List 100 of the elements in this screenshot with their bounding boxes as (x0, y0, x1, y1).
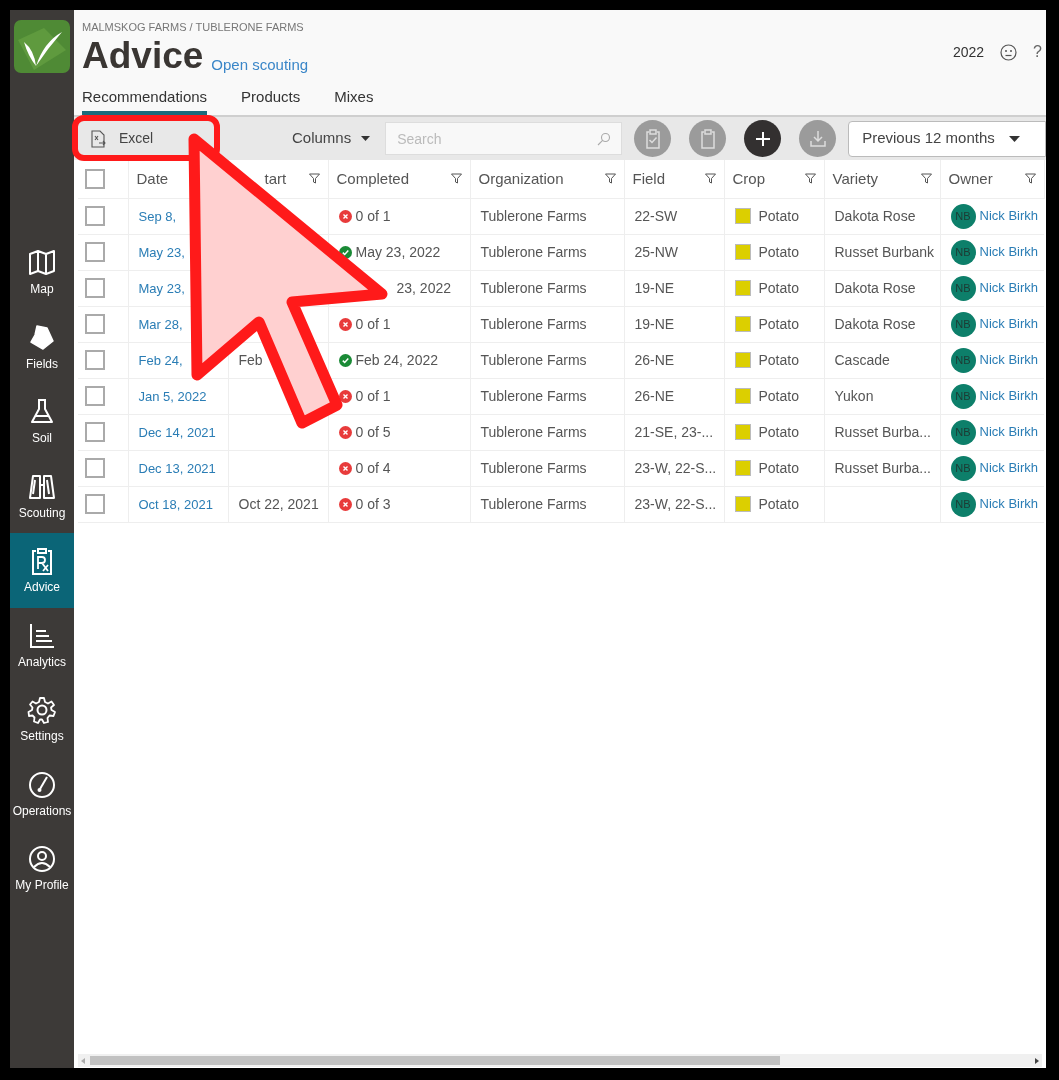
row-checkbox[interactable] (85, 458, 105, 478)
table-cell: Dakota Rose (834, 208, 916, 224)
gauge-icon (27, 769, 57, 800)
horizontal-scrollbar[interactable] (78, 1054, 1042, 1067)
sidebar-item[interactable]: Operations (10, 756, 74, 831)
table-cell-text: Potato (758, 242, 799, 262)
column-header[interactable]: Variety (832, 167, 879, 190)
page-title: Advice (82, 36, 204, 76)
tab[interactable]: Mixes (334, 87, 374, 115)
row-checkbox[interactable] (85, 350, 105, 370)
filter-icon[interactable] (920, 173, 932, 185)
settings-icon (27, 695, 57, 726)
table-cell: Russet Burba... (834, 424, 931, 440)
table-cell: Tublerone Farms (480, 316, 587, 332)
table-cell-text: 0 of 4 (355, 458, 391, 478)
plus-icon (754, 130, 771, 147)
download-button[interactable] (799, 120, 837, 157)
column-header[interactable]: Field (632, 167, 665, 190)
column-header[interactable]: Owner (948, 167, 993, 190)
date-link[interactable]: Jan 5, 2022 (138, 389, 207, 404)
column-header[interactable]: tart (264, 167, 287, 190)
sidebar-item[interactable]: My Profile (10, 831, 74, 906)
tab[interactable]: Recommendations (82, 87, 208, 115)
table-cell-text: Feb 24, 2022 (355, 350, 438, 370)
sidebar-item[interactable]: Fields (10, 309, 74, 384)
sidebar-item[interactable]: Map (10, 235, 74, 310)
date-link[interactable]: Dec 13, 2021 (138, 461, 216, 476)
table-cell: 23-W, 22-S... (634, 496, 717, 512)
date-link[interactable]: Dec 14, 2021 (138, 425, 216, 440)
search-field[interactable]: Search (385, 122, 623, 155)
row-checkbox[interactable] (85, 422, 105, 442)
filter-icon[interactable] (308, 173, 320, 185)
period-dropdown[interactable]: Previous 12 months (848, 120, 1046, 157)
filter-icon[interactable] (1024, 173, 1036, 185)
date-link[interactable]: Oct 18, 2021 (138, 497, 213, 512)
table-cell: Russet Burbank (834, 244, 935, 260)
search-icon (597, 132, 612, 146)
owner-link[interactable]: Nick Birkh (979, 314, 1038, 334)
sidebar-item[interactable]: Settings (10, 682, 74, 757)
table-cell: Russet Burba... (834, 460, 931, 476)
year-label: 2022 (952, 42, 985, 62)
columns-dropdown[interactable]: Columns (292, 127, 371, 150)
avatar: NB (950, 239, 976, 265)
owner-link[interactable]: Nick Birkh (979, 494, 1038, 514)
row-checkbox[interactable] (85, 242, 105, 262)
date-link[interactable]: Sep 8, (138, 209, 177, 224)
row-checkbox[interactable] (85, 494, 105, 514)
owner-link[interactable]: Nick Birkh (979, 422, 1038, 442)
table-cell: Tublerone Farms (480, 208, 587, 224)
filter-icon[interactable] (804, 173, 816, 185)
column-header[interactable]: Organization (478, 167, 564, 190)
field-shape-icon (27, 322, 57, 353)
owner-link[interactable]: Nick Birkh (979, 278, 1038, 298)
filter-icon[interactable] (604, 173, 616, 185)
clipboard-icon (700, 128, 715, 149)
table-cell-text: Potato (758, 350, 799, 370)
clipboard-button[interactable] (689, 120, 727, 157)
table-cell-text: May 23, 2022 (355, 242, 441, 262)
smiley-icon[interactable] (1000, 43, 1018, 61)
open-scouting-link[interactable]: Open scouting (211, 55, 309, 75)
table-cell: Tublerone Farms (480, 352, 587, 368)
scrollbar-thumb[interactable] (90, 1056, 780, 1065)
caret-icon (361, 136, 371, 141)
sidebar-item[interactable]: Analytics (10, 607, 74, 682)
table-cell: 21-SE, 23-... (634, 424, 714, 440)
date-link[interactable]: Feb 24, (138, 353, 183, 368)
sidebar-item[interactable]: Scouting (10, 458, 74, 533)
row-checkbox[interactable] (85, 278, 105, 298)
table-cell: Tublerone Farms (480, 424, 587, 440)
avatar: NB (950, 455, 976, 481)
tab[interactable]: Products (241, 87, 301, 115)
row-checkbox[interactable] (85, 206, 105, 226)
owner-link[interactable]: Nick Birkh (979, 242, 1038, 262)
row-checkbox[interactable] (85, 386, 105, 406)
table-cell: Tublerone Farms (480, 460, 587, 476)
date-link[interactable]: Mar 28, (138, 317, 183, 332)
table-cell: Dakota Rose (834, 280, 916, 296)
owner-link[interactable]: Nick Birkh (979, 350, 1038, 370)
column-header[interactable]: Crop (732, 167, 765, 190)
date-link[interactable]: May 23, (138, 245, 185, 260)
owner-link[interactable]: Nick Birkh (979, 386, 1038, 406)
table-cell: 22-SW (634, 208, 678, 224)
table-cell-text: Potato (758, 206, 799, 226)
sidebar-item[interactable]: Advice (10, 533, 74, 608)
column-header[interactable]: Date (136, 167, 169, 190)
sidebar-item[interactable]: Soil (10, 384, 74, 459)
help-button[interactable]: ? (1033, 40, 1042, 64)
table-cell: 19-NE (634, 280, 675, 296)
add-button[interactable] (744, 120, 782, 157)
clipboard-check-button[interactable] (634, 120, 672, 157)
filter-icon[interactable] (704, 173, 716, 185)
excel-button[interactable]: Excel (78, 119, 214, 158)
owner-link[interactable]: Nick Birkh (979, 458, 1038, 478)
row-checkbox[interactable] (85, 314, 105, 334)
date-link[interactable]: May 23, (138, 281, 185, 296)
table-cell: Tublerone Farms (480, 280, 587, 296)
owner-link[interactable]: Nick Birkh (979, 206, 1038, 226)
column-header[interactable]: Completed (336, 167, 410, 190)
filter-icon[interactable] (450, 173, 462, 185)
select-all-checkbox[interactable] (85, 168, 105, 189)
